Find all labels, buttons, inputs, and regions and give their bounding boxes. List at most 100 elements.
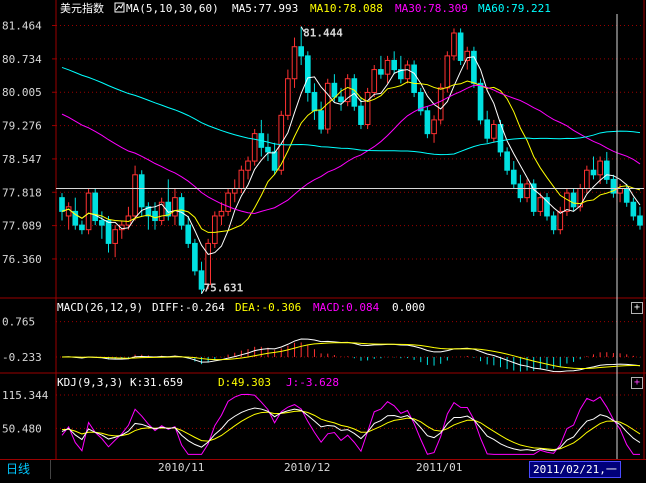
candle-body: [437, 87, 444, 121]
candle-body: [238, 169, 245, 190]
y-tick-label: 78.547: [2, 153, 42, 166]
candle-body: [431, 119, 437, 135]
candle-body: [318, 110, 324, 130]
candle-body: [99, 220, 105, 226]
candle-body: [590, 169, 597, 176]
kdj-panel-header: KDJ(9,3,3) K:31.659 D:49.303 J:-3.628: [57, 376, 339, 389]
candle-body: [311, 91, 318, 112]
macd-panel-grid: [56, 321, 644, 358]
candle-body: [231, 188, 238, 194]
x-axis-label-nov: 2010/11: [158, 461, 205, 474]
x-axis-label-dec: 2010/12: [284, 461, 331, 474]
candle-body: [504, 151, 510, 171]
candle-body: [285, 78, 291, 116]
candle-body: [557, 210, 564, 231]
macd-panel-header: MACD(26,12,9) DIFF:-0.264 DEA:-0.306 MAC…: [57, 301, 425, 314]
candle-body: [225, 192, 231, 212]
candle-body: [85, 192, 92, 231]
ma-indicator-label: MA(5,10,30,60): [126, 2, 219, 15]
kdj-indicator-label: KDJ(9,3,3): [57, 376, 123, 389]
chart-canvas[interactable]: 81.464 80.734 80.005 79.276 78.547 77.818 77.0…: [0, 0, 646, 479]
candle-body: [211, 215, 218, 244]
kdj-series[interactable]: [61, 393, 641, 455]
y-tick-label: 79.276: [2, 120, 42, 133]
y-tick-label: 81.464: [2, 20, 42, 33]
candle-body: [637, 215, 643, 226]
x-axis-label-jan: 2011/01: [416, 461, 463, 474]
candle-body: [65, 206, 72, 217]
ma5-value: MA5:77.993: [232, 2, 298, 15]
y-tick-label: -0.233: [2, 351, 42, 364]
candle-body: [384, 59, 391, 75]
candle-body: [537, 197, 544, 212]
candle-body: [358, 105, 364, 125]
kdj-add-indicator-button[interactable]: +: [631, 377, 643, 389]
candle-body: [245, 160, 251, 171]
y-tick-label: 77.818: [2, 186, 42, 199]
candle-body: [404, 64, 411, 80]
candle-body: [138, 174, 145, 208]
chart-type-icon[interactable]: [114, 2, 125, 13]
ma60-line: [61, 66, 641, 156]
candle-body: [271, 151, 278, 171]
candle-body: [132, 174, 138, 217]
kdj-panel-y-axis: 115.344 50.480: [2, 389, 49, 435]
candle-body: [331, 82, 338, 98]
candle-body: [510, 169, 517, 185]
y-tick-label: 0.765: [2, 316, 35, 329]
macd-indicator-label: MACD(26,12,9): [57, 301, 143, 314]
ma30-line: [61, 84, 641, 215]
candle-body: [172, 197, 178, 217]
period-high-label: 81.444: [303, 27, 343, 40]
candle-body: [378, 69, 384, 75]
candle-body: [451, 32, 457, 57]
kdj-k-line: [61, 407, 641, 452]
candle-body: [524, 183, 530, 199]
candle-body: [324, 82, 331, 130]
kdj-d-line: [61, 410, 641, 450]
candle-body: [484, 119, 491, 139]
y-tick-label: 115.344: [2, 389, 49, 402]
macd-value: MACD:0.084: [313, 301, 380, 314]
candle-body: [205, 242, 211, 286]
y-tick-label: 80.005: [2, 86, 42, 99]
kdj-j-value: J:-3.628: [286, 376, 339, 389]
candle-body: [251, 133, 258, 162]
candle-body: [517, 183, 524, 199]
period-low-label: 75.631: [204, 282, 244, 295]
kdj-j-line: [61, 393, 640, 455]
candle-body: [59, 197, 65, 212]
cursor-date-readout: 2011/02/21,一: [529, 461, 621, 478]
candle-body: [79, 224, 85, 231]
candle-body: [457, 32, 464, 61]
macd-add-indicator-button[interactable]: +: [631, 302, 643, 314]
macd-panel-y-axis: 0.765 -0.233: [2, 316, 42, 364]
ma10-value: MA10:78.088: [310, 2, 383, 15]
candle-body: [597, 160, 603, 176]
candle-body: [105, 220, 112, 244]
candle-body: [304, 55, 311, 93]
candle-body: [617, 188, 623, 194]
candle-body: [584, 169, 590, 190]
kdj-d-value: D:49.303: [218, 376, 271, 389]
price-series[interactable]: [59, 26, 643, 294]
candle-body: [491, 123, 497, 139]
period-selector-tab[interactable]: 日线: [0, 460, 51, 479]
candle-body: [471, 50, 477, 84]
candle-body: [338, 96, 344, 103]
chart-frame: [0, 0, 646, 459]
candle-body: [391, 59, 398, 71]
ma30-value: MA30:78.309: [395, 2, 468, 15]
candle-body: [265, 146, 271, 153]
candle-body: [371, 69, 378, 93]
candle-body: [630, 201, 637, 217]
macd-series[interactable]: [61, 338, 641, 373]
candle-body: [364, 91, 371, 125]
candle-body: [218, 210, 225, 217]
candle-body: [464, 50, 471, 61]
candle-body: [550, 215, 557, 231]
y-tick-label: 77.089: [2, 220, 42, 233]
main-panel-y-axis: 81.464 80.734 80.005 79.276 78.547 77.818 77.0…: [2, 20, 42, 266]
instrument-name: 美元指数: [60, 1, 104, 15]
candle-body: [411, 64, 417, 93]
